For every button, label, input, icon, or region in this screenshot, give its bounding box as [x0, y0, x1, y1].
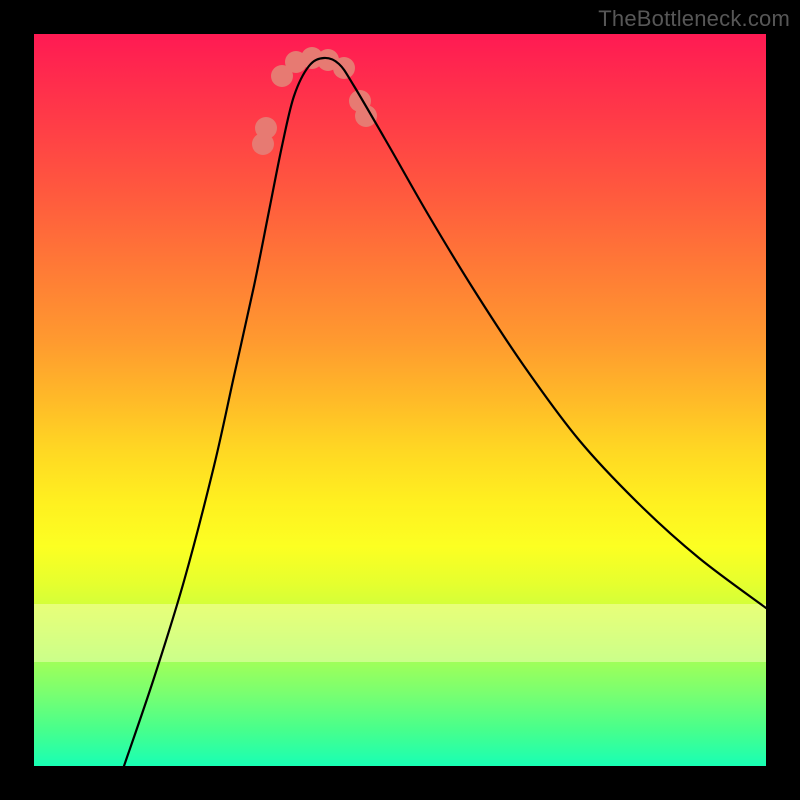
watermark: TheBottleneck.com [598, 6, 790, 32]
highlight-dot [333, 57, 355, 79]
highlight-dot [255, 117, 277, 139]
chart-svg [34, 34, 766, 766]
bottleneck-curve [124, 58, 766, 766]
marker-group [252, 47, 377, 155]
chart-area [34, 34, 766, 766]
